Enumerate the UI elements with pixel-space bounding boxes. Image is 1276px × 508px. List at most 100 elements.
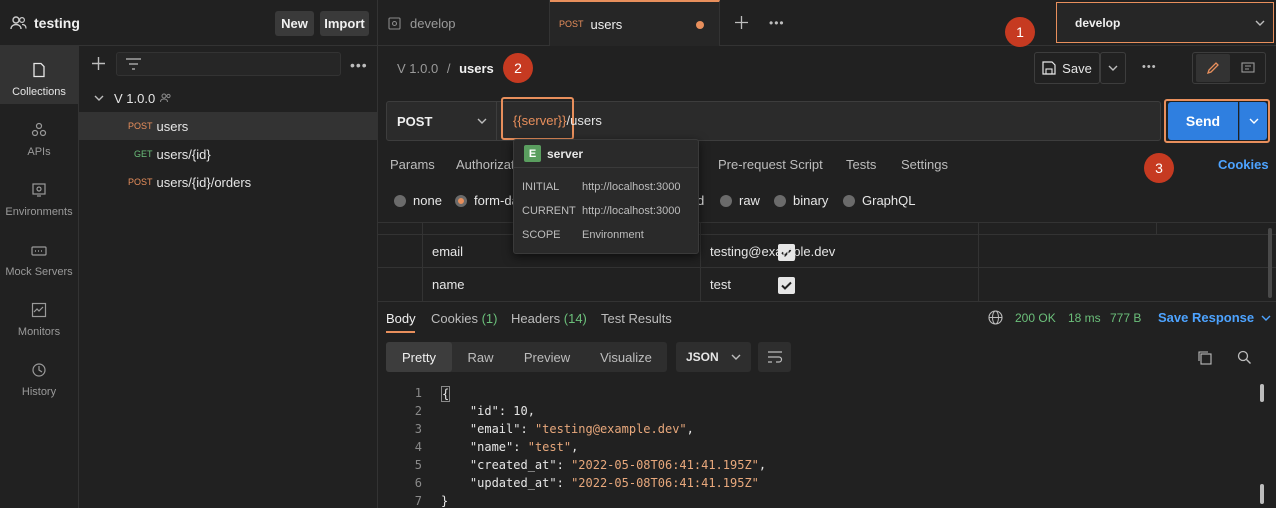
annotation-badge-1: 1 (1005, 17, 1035, 47)
column-divider (422, 222, 423, 301)
code-scrollbar-bottom[interactable] (1260, 484, 1264, 504)
more-options-icon[interactable]: ••• (350, 57, 368, 73)
nav-history[interactable]: History (0, 346, 78, 404)
code-line: "email": "testing@example.dev", (469, 422, 694, 436)
radio-form-data[interactable]: form-da (455, 193, 519, 208)
import-button[interactable]: Import (320, 11, 369, 36)
nav-mock-servers[interactable]: Mock Servers (0, 226, 78, 284)
method-select[interactable]: POST (387, 102, 497, 140)
radio-none[interactable]: none (394, 193, 442, 208)
radio-binary[interactable]: binary (774, 193, 828, 208)
request-path: users (156, 118, 189, 134)
status-code[interactable]: 200 OK (1015, 311, 1056, 325)
row-key[interactable]: email (432, 244, 463, 259)
save-options-button[interactable] (1100, 52, 1126, 84)
response-time[interactable]: 18 ms (1068, 311, 1101, 325)
column-divider (700, 222, 701, 301)
method-badge: POST (128, 121, 153, 131)
request-item-get-user[interactable]: GET users/{id} (79, 140, 377, 168)
nav-history-label: History (21, 386, 57, 398)
new-button[interactable]: New (275, 11, 314, 36)
format-raw[interactable]: Raw (453, 342, 508, 372)
tab-post-users[interactable]: POST users (550, 0, 720, 46)
radio-raw[interactable]: raw (720, 193, 760, 208)
collection-row[interactable]: V 1.0.0 (79, 84, 377, 112)
request-item-post-orders[interactable]: POST users/{id}/orders (79, 168, 377, 196)
nav-environments[interactable]: Environments (0, 166, 78, 224)
current-value[interactable]: http://localhost:3000 (582, 205, 680, 217)
annotation-badge-3: 3 (1144, 153, 1174, 183)
edit-mode-button[interactable] (1195, 54, 1230, 82)
new-tab-plus-icon[interactable] (735, 16, 748, 29)
plus-icon[interactable] (92, 57, 105, 70)
unsaved-dot (696, 21, 704, 29)
response-tab-test-results[interactable]: Test Results (601, 311, 672, 326)
chevron-down-icon (1249, 118, 1259, 124)
copy-icon[interactable] (1197, 350, 1212, 365)
request-more-icon[interactable]: ••• (1142, 61, 1157, 73)
filter-input[interactable] (116, 52, 341, 76)
tab-count: (14) (563, 311, 587, 326)
breadcrumb-request-name[interactable]: users (459, 61, 494, 76)
breadcrumb-version[interactable]: V 1.0.0 (397, 61, 438, 76)
response-tab-headers[interactable]: Headers (14) (511, 311, 587, 326)
tab-label: users (590, 16, 623, 32)
json-value: 10, (506, 404, 535, 418)
chevron-down-icon (731, 354, 741, 360)
workspace-name[interactable]: testing (34, 15, 80, 31)
collection-name: V 1.0.0 (114, 90, 156, 106)
nav-collections[interactable]: Collections (0, 46, 78, 104)
request-path: users/{id}/orders (156, 174, 252, 190)
monitors-icon (31, 302, 47, 326)
json-punct: , (758, 458, 767, 472)
row-value[interactable]: test (710, 277, 731, 292)
format-visualize[interactable]: Visualize (588, 342, 664, 372)
response-tab-cookies[interactable]: Cookies (1) (431, 311, 497, 326)
request-item-post-users[interactable]: POST users (79, 112, 377, 140)
tab-settings[interactable]: Settings (901, 157, 948, 172)
tab-develop[interactable]: develop (378, 0, 550, 46)
breadcrumb: V 1.0.0 / users (397, 61, 494, 76)
nav-apis[interactable]: APIs (0, 106, 78, 164)
json-value: "test" (527, 440, 572, 454)
row-value[interactable]: testing@example.dev (710, 244, 835, 259)
send-options-button[interactable] (1239, 102, 1267, 140)
language-value: JSON (686, 350, 719, 364)
cookies-link[interactable]: Cookies (1218, 157, 1269, 172)
format-pretty[interactable]: Pretty (386, 342, 452, 372)
nav-monitors[interactable]: Monitors (0, 286, 78, 344)
method-badge: GET (134, 149, 153, 159)
tab-authorization[interactable]: Authorizati (456, 157, 517, 172)
save-button[interactable]: Save (1034, 52, 1100, 84)
code-line: { (441, 386, 451, 402)
send-button[interactable]: Send (1168, 102, 1238, 140)
url-variable[interactable]: {{server}} (513, 113, 567, 128)
url-input[interactable]: {{server}}/users (513, 113, 602, 128)
code-scrollbar-top[interactable] (1260, 384, 1264, 402)
tab-pre-request-script[interactable]: Pre-request Script (718, 157, 823, 172)
language-select[interactable]: JSON (676, 342, 751, 372)
row-key[interactable]: name (432, 277, 465, 292)
globe-icon[interactable] (988, 310, 1003, 325)
radio-graphql[interactable]: GraphQL (843, 193, 915, 208)
radio-dot (774, 194, 786, 207)
table-scrollbar[interactable] (1268, 228, 1272, 298)
response-size[interactable]: 777 B (1110, 311, 1141, 325)
tab-tests[interactable]: Tests (846, 157, 876, 172)
nav-collections-label: Collections (12, 86, 66, 98)
team-icon (10, 15, 27, 31)
wrap-lines-button[interactable] (758, 342, 791, 372)
line-number: 5 (414, 458, 422, 472)
tab-params[interactable]: Params (390, 157, 435, 172)
save-response-label: Save Response (1158, 310, 1255, 325)
tabs-more-icon[interactable]: ••• (769, 16, 785, 30)
search-icon[interactable] (1237, 350, 1252, 365)
format-preview[interactable]: Preview (510, 342, 584, 372)
save-response-button[interactable]: Save Response (1158, 310, 1271, 325)
comments-button[interactable] (1233, 54, 1263, 82)
json-punct: , (571, 440, 579, 454)
environment-select[interactable]: develop (1056, 2, 1274, 43)
row-checkbox[interactable] (778, 277, 795, 294)
chevron-down-icon (1255, 20, 1265, 26)
response-tab-body[interactable]: Body (386, 311, 416, 326)
